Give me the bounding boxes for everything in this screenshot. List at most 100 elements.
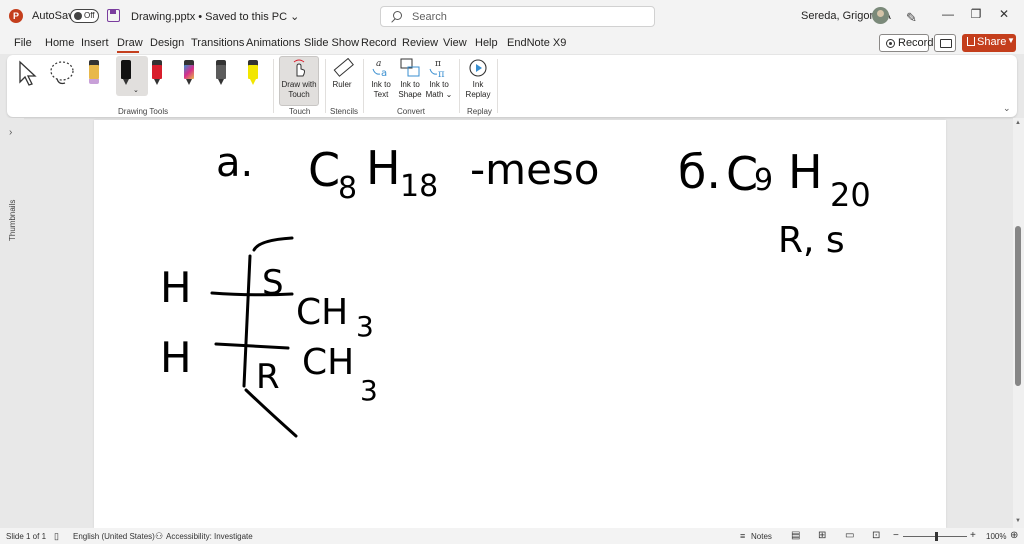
ink-subscript-3-top: 3 bbox=[356, 310, 374, 343]
ink-replay-label-2: Replay bbox=[465, 90, 491, 99]
ink-drawing[interactable]: a. C 8 H 18 -meso б. C 9 H 20 R, s H H S… bbox=[94, 120, 946, 528]
ink-to-text-label-1: Ink to bbox=[371, 80, 391, 89]
eraser-icon[interactable] bbox=[88, 60, 100, 86]
pen-red-icon[interactable] bbox=[151, 60, 163, 86]
ink-s-label: S bbox=[262, 263, 284, 303]
highlighter-yellow-icon[interactable] bbox=[247, 60, 259, 86]
save-icon[interactable] bbox=[107, 9, 120, 22]
ruler-icon[interactable] bbox=[331, 58, 355, 80]
tab-insert[interactable]: Insert bbox=[81, 37, 109, 49]
slideshow-icon[interactable]: ⊡ bbox=[872, 530, 880, 541]
zoom-out-icon[interactable]: − bbox=[893, 530, 899, 541]
chevron-down-icon[interactable]: ⌄ bbox=[133, 86, 139, 94]
tab-review[interactable]: Review bbox=[402, 37, 438, 49]
tab-view[interactable]: View bbox=[443, 37, 467, 49]
ink-subscript-18: 18 bbox=[400, 169, 438, 204]
chevron-down-icon[interactable]: ▼ bbox=[1007, 36, 1015, 45]
record-label: Record bbox=[898, 37, 934, 49]
tab-transitions[interactable]: Transitions bbox=[191, 37, 244, 49]
title-bar: P AutoSave Off Drawing.pptx • Saved to t… bbox=[0, 0, 1024, 32]
pen-galaxy-icon[interactable] bbox=[183, 60, 195, 86]
autosave-state: Off bbox=[84, 11, 95, 20]
ink-to-text-icon[interactable]: a a bbox=[370, 57, 392, 79]
svg-text:π: π bbox=[435, 59, 441, 69]
ink-h-symbol-2: H bbox=[788, 145, 823, 199]
ribbon: ⌄ Drawing Tools Draw with Touch Touch Ru… bbox=[7, 55, 1017, 117]
search-icon bbox=[393, 11, 402, 20]
lasso-select-icon[interactable] bbox=[47, 59, 77, 89]
tab-help[interactable]: Help bbox=[475, 37, 498, 49]
vertical-scrollbar[interactable]: ▲ ▼ bbox=[1013, 118, 1024, 528]
thumbnails-label[interactable]: Thumbnails bbox=[2, 142, 17, 241]
ink-to-math-label-1: Ink to bbox=[429, 80, 449, 89]
search-input[interactable]: Search bbox=[380, 6, 655, 27]
select-pointer-icon[interactable] bbox=[17, 60, 39, 88]
accessibility-icon[interactable]: ⚇ bbox=[155, 531, 163, 542]
group-divider bbox=[497, 59, 498, 113]
tab-design[interactable]: Design bbox=[150, 37, 184, 49]
draw-with-touch-label-2: Touch bbox=[288, 90, 310, 99]
ink-to-math-label-2: Math ⌄ bbox=[425, 90, 453, 99]
ink-subscript-8: 8 bbox=[338, 171, 357, 206]
ink-h-top: H bbox=[160, 263, 192, 312]
tab-slide-show[interactable]: Slide Show bbox=[304, 37, 359, 49]
draw-with-touch-label-1: Draw with bbox=[281, 80, 317, 89]
avatar[interactable] bbox=[872, 7, 889, 24]
minimize-button[interactable]: — bbox=[938, 7, 958, 25]
svg-text:a: a bbox=[381, 68, 387, 79]
accessibility-status[interactable]: Accessibility: Investigate bbox=[166, 532, 253, 541]
ink-c-symbol-1: C bbox=[308, 143, 340, 197]
ink-to-math-icon[interactable]: π π bbox=[428, 57, 450, 79]
close-button[interactable]: ✕ bbox=[994, 7, 1014, 25]
zoom-slider-thumb[interactable] bbox=[935, 532, 938, 541]
scroll-thumb[interactable] bbox=[1015, 226, 1021, 386]
tab-record[interactable]: Record bbox=[361, 37, 396, 49]
ink-stroke-top-bond bbox=[252, 236, 294, 252]
ribbon-collapse-icon[interactable]: ⌄ bbox=[1003, 103, 1011, 114]
ink-replay-icon[interactable] bbox=[467, 57, 489, 79]
language-status[interactable]: English (United States) bbox=[73, 532, 155, 541]
document-title[interactable]: Drawing.pptx • Saved to this PC ⌄ bbox=[131, 10, 299, 23]
tab-draw[interactable]: Draw bbox=[117, 37, 143, 49]
normal-view-icon[interactable]: ▤ bbox=[791, 530, 800, 541]
reading-view-icon[interactable]: ▭ bbox=[845, 530, 854, 541]
ink-a-label: a. bbox=[216, 140, 253, 186]
slide-sorter-icon[interactable]: ⊞ bbox=[818, 530, 826, 541]
zoom-in-icon[interactable]: + bbox=[970, 530, 976, 541]
record-button[interactable]: Record bbox=[879, 34, 933, 52]
spelling-icon[interactable]: ▯ bbox=[54, 531, 59, 542]
group-label-convert: Convert bbox=[397, 107, 426, 116]
toggle-knob bbox=[74, 12, 82, 20]
tab-endnote[interactable]: EndNote X9 bbox=[507, 37, 566, 49]
powerpoint-logo-icon: P bbox=[9, 9, 23, 23]
autosave-toggle[interactable]: Off bbox=[70, 9, 99, 23]
fit-to-window-icon[interactable]: ⊕ bbox=[1010, 530, 1018, 541]
tab-home[interactable]: Home bbox=[45, 37, 74, 49]
ink-stroke-vertical-bond bbox=[242, 254, 252, 388]
share-button[interactable]: Share ▼ bbox=[962, 34, 1016, 52]
comments-button[interactable] bbox=[934, 34, 956, 52]
maximize-button[interactable]: ❐ bbox=[966, 7, 986, 25]
pen-icon[interactable]: ✎ bbox=[906, 10, 917, 26]
tab-file[interactable]: File bbox=[14, 37, 32, 49]
notes-icon[interactable]: ≡ bbox=[740, 531, 745, 541]
thumbnails-rail: › Thumbnails bbox=[0, 118, 24, 528]
zoom-level[interactable]: 100% bbox=[986, 532, 1006, 541]
scroll-down-icon[interactable]: ▼ bbox=[1015, 518, 1021, 524]
tab-animations[interactable]: Animations bbox=[246, 37, 300, 49]
notes-button[interactable]: Notes bbox=[751, 532, 772, 541]
scroll-up-icon[interactable]: ▲ bbox=[1015, 120, 1021, 126]
ink-b-label: б. bbox=[678, 145, 721, 199]
ink-r-label: R bbox=[256, 357, 280, 397]
ink-to-shape-icon[interactable] bbox=[399, 57, 421, 79]
ink-to-shape-label-1: Ink to bbox=[400, 80, 420, 89]
ink-ch3-top: CH bbox=[296, 292, 348, 333]
pen-black-icon[interactable] bbox=[120, 60, 132, 86]
ink-stroke-top-crossbar bbox=[210, 291, 294, 297]
ruler-label[interactable]: Ruler bbox=[329, 80, 355, 90]
group-label-stencils: Stencils bbox=[330, 107, 359, 116]
ink-subscript-20: 20 bbox=[830, 176, 871, 214]
group-divider bbox=[363, 59, 364, 113]
chevron-right-icon[interactable]: › bbox=[9, 127, 12, 138]
pen-gray-icon[interactable] bbox=[215, 60, 227, 86]
